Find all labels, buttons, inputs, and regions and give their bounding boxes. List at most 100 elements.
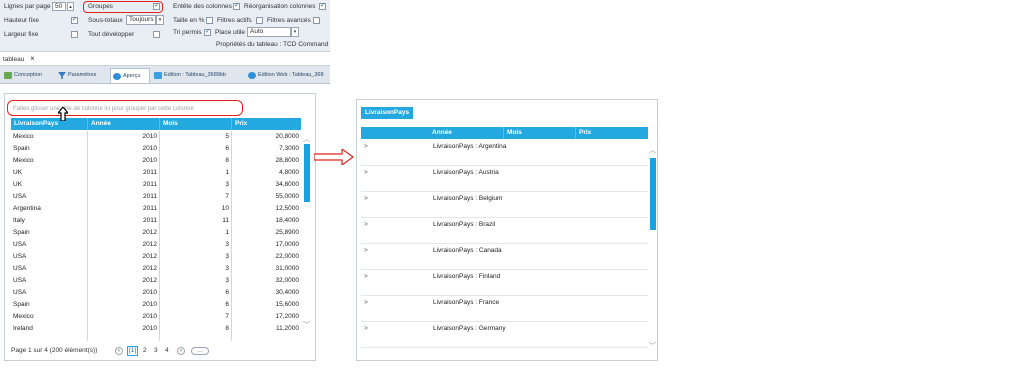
table-properties-panel: Lignes par page 50 ▴ Hauteur fixe ✓ Larg… xyxy=(0,0,330,52)
tab-conception[interactable]: Conception xyxy=(2,68,54,83)
lignes-par-page-spinner[interactable]: ▴ xyxy=(67,2,74,11)
group-drop-zone[interactable]: Faites glisser une tête de colonne ici p… xyxy=(11,103,241,115)
expand-icon[interactable]: > xyxy=(364,299,368,306)
table-row[interactable]: USA 2010 6 30,4000 xyxy=(11,287,301,299)
tab-edition-label: Edition : Tableau_3689bb xyxy=(164,72,226,78)
next-page-button[interactable]: > xyxy=(177,347,185,355)
groupes-checkbox[interactable]: ✓ xyxy=(153,3,160,10)
tab-parametres[interactable]: Paramètres xyxy=(56,68,108,83)
group-row[interactable]: > LivraisonPays : Canada xyxy=(361,244,648,270)
taille-pourcent-checkbox[interactable] xyxy=(206,17,213,24)
tab-conception-label: Conception xyxy=(14,72,42,78)
pagination-summary: Page 1 sur 4 (200 élément(s)) xyxy=(11,347,98,354)
expand-icon[interactable]: > xyxy=(364,195,368,202)
column-header-annee[interactable]: Année xyxy=(87,118,159,130)
largeur-fixe-label: Largeur fixe xyxy=(4,31,39,38)
table-cell: 2012 xyxy=(142,229,157,236)
column-header-prix[interactable]: Prix xyxy=(575,127,648,139)
reorganisation-colonnes-checkbox[interactable]: ✓ xyxy=(319,3,326,10)
table-cell: USA xyxy=(13,193,27,200)
filtres-avances-checkbox[interactable] xyxy=(313,17,320,24)
close-icon[interactable]: × xyxy=(30,54,35,63)
tab-edition-web[interactable]: Edition Web : Tableau_368 xyxy=(246,68,330,83)
scroll-down-icon[interactable]: ﹀ xyxy=(303,320,310,330)
sous-totaux-select[interactable]: Toujours xyxy=(126,15,156,25)
vertical-scrollbar[interactable]: ︿ ﹀ xyxy=(649,145,657,355)
group-label: LivraisonPays : Argentina xyxy=(433,143,507,150)
place-utile-dropdown[interactable]: ▾ xyxy=(291,27,299,37)
table-row[interactable]: Spain 2012 1 25,8900 xyxy=(11,227,301,239)
lignes-par-page-input[interactable]: 50 xyxy=(52,2,66,11)
table-cell: Spain xyxy=(13,145,30,152)
table-row[interactable]: USA 2011 7 55,0000 xyxy=(11,191,301,203)
expand-icon[interactable]: > xyxy=(364,143,368,150)
table-row[interactable]: USA 2012 3 22,0000 xyxy=(11,251,301,263)
table-row[interactable]: Italy 2011 11 18,4000 xyxy=(11,215,301,227)
scroll-up-icon[interactable]: ︿ xyxy=(649,145,656,155)
table-row[interactable]: USA 2012 3 17,0000 xyxy=(11,239,301,251)
table-row[interactable]: Mexico 2010 7 17,2000 xyxy=(11,311,301,323)
sous-totaux-dropdown[interactable]: ▾ xyxy=(156,15,164,25)
table-cell: 2010 xyxy=(142,157,157,164)
expand-icon[interactable]: > xyxy=(364,169,368,176)
group-row[interactable]: > LivraisonPays : Belgium xyxy=(361,192,648,218)
column-header-prix[interactable]: Prix xyxy=(231,118,301,130)
table-row[interactable]: UK 2011 1 4,8000 xyxy=(11,167,301,179)
place-utile-select[interactable]: Auto xyxy=(247,27,291,37)
table-cell: 10 xyxy=(221,205,229,212)
table-row[interactable]: Mexico 2010 8 28,8000 xyxy=(11,155,301,167)
table-row[interactable]: Ireland 2010 8 11,2000 xyxy=(11,323,301,335)
group-row[interactable]: > LivraisonPays : Argentina xyxy=(361,140,648,166)
column-header-mois[interactable]: Mois xyxy=(503,127,575,139)
hauteur-fixe-label: Hauteur fixe xyxy=(4,17,40,24)
expand-icon[interactable]: > xyxy=(364,247,368,254)
group-by-tag[interactable]: LivraisonPays xyxy=(361,107,414,119)
tab-edition[interactable]: Edition : Tableau_3689bb xyxy=(152,68,242,83)
table-cell: 3 xyxy=(225,181,229,188)
page-2-button[interactable]: 2 xyxy=(143,345,147,357)
page-1-button[interactable]: [1] xyxy=(127,346,138,356)
scroll-up-icon[interactable]: ︿ xyxy=(303,134,310,144)
largeur-fixe-checkbox[interactable] xyxy=(71,31,78,38)
page-3-button[interactable]: 3 xyxy=(154,345,158,357)
tab-apercu[interactable]: Aperçu xyxy=(110,68,150,83)
grouped-grid-header: Année Mois Prix xyxy=(361,127,648,139)
hauteur-fixe-checkbox[interactable]: ✓ xyxy=(71,17,78,24)
tri-permis-checkbox[interactable]: ✓ xyxy=(204,29,211,36)
column-header-livraisonpays[interactable]: LivraisonPays xyxy=(11,118,87,130)
table-cell: 18,4000 xyxy=(275,217,300,224)
vertical-scrollbar[interactable]: ︿ ﹀ xyxy=(303,134,311,334)
right-grouped-grid: LivraisonPays Année Mois Prix > Livraison… xyxy=(356,99,658,361)
column-header-mois[interactable]: Mois xyxy=(159,118,231,130)
expand-icon[interactable]: > xyxy=(364,221,368,228)
table-cell: 2011 xyxy=(143,205,157,212)
table-row[interactable]: Argentina 2011 10 12,5000 xyxy=(11,203,301,215)
table-row[interactable]: USA 2012 3 32,0000 xyxy=(11,275,301,287)
table-row[interactable]: Mexico 2010 5 20,8000 xyxy=(11,131,301,143)
table-cell: 2011 xyxy=(143,169,157,176)
scrollbar-thumb[interactable] xyxy=(650,158,656,230)
properties-footer-text: Propriétés du tableau : TCD Command xyxy=(216,41,329,48)
page-4-button[interactable]: 4 xyxy=(165,345,169,357)
tout-developper-checkbox[interactable] xyxy=(153,31,160,38)
group-row[interactable]: > LivraisonPays : Brazil xyxy=(361,218,648,244)
group-row[interactable]: > LivraisonPays : Finland xyxy=(361,270,648,296)
column-header-annee[interactable]: Année xyxy=(429,127,503,139)
table-row[interactable]: UK 2011 3 34,8000 xyxy=(11,179,301,191)
scroll-down-icon[interactable]: ﹀ xyxy=(649,341,656,351)
expand-icon[interactable]: > xyxy=(364,325,368,332)
entete-colonnes-checkbox[interactable]: ✓ xyxy=(233,3,240,10)
table-row[interactable]: Spain 2010 6 7,3000 xyxy=(11,143,301,155)
group-row[interactable]: > LivraisonPays : France xyxy=(361,296,648,322)
tab-parametres-label: Paramètres xyxy=(68,72,97,78)
expand-icon[interactable]: > xyxy=(364,273,368,280)
prev-page-button[interactable]: < xyxy=(115,347,123,355)
table-cell: 6 xyxy=(225,301,229,308)
group-row[interactable]: > LivraisonPays : Austria xyxy=(361,166,648,192)
scrollbar-thumb[interactable] xyxy=(304,144,310,202)
table-row[interactable]: Spain 2010 6 15,6000 xyxy=(11,299,301,311)
filtres-actifs-checkbox[interactable] xyxy=(256,17,263,24)
group-row[interactable]: > LivraisonPays : Germany xyxy=(361,322,648,348)
more-pages-button[interactable]: ... xyxy=(191,347,209,355)
table-row[interactable]: USA 2012 3 31,0000 xyxy=(11,263,301,275)
